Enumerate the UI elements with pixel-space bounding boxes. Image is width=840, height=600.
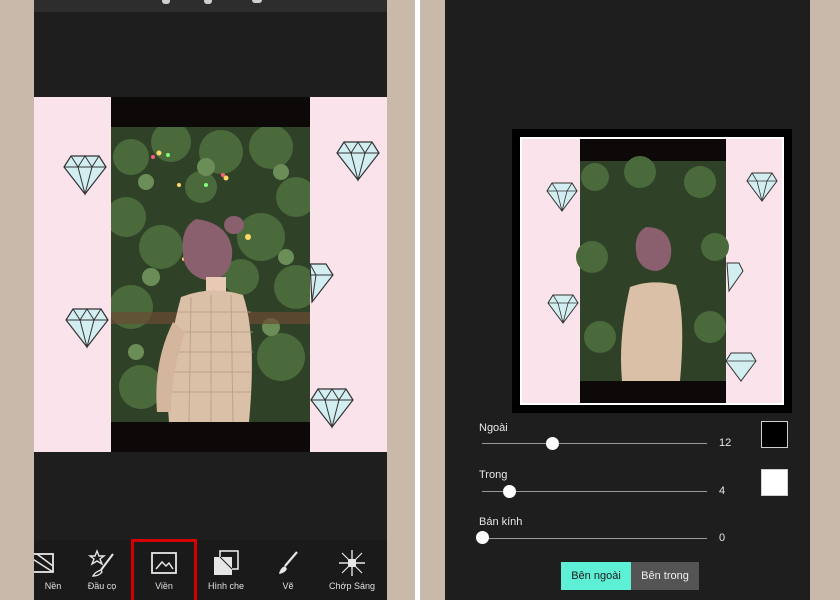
outer-border-color-swatch[interactable] (761, 421, 788, 448)
tool-flash[interactable]: Chớp Sáng (322, 548, 382, 600)
bottom-toolbar: Nền Đầu cọ Viền Hình che Vẽ Chớp Sáng (34, 539, 387, 600)
border-editor-screen: Ngoài 12 Trong 4 Bán kính 0 Bên ngoài Bê… (445, 0, 810, 600)
tool-background-label: Nền (44, 581, 62, 591)
draw-brush-icon (279, 551, 298, 574)
tool-brush-tip[interactable]: Đầu cọ (72, 548, 132, 600)
tool-draw-label: Vẽ (282, 581, 294, 591)
toolbar-redo-icon[interactable] (204, 0, 212, 4)
outer-border-slider-track[interactable] (482, 443, 707, 444)
tool-mask-label: Hình che (207, 581, 245, 591)
mask-icon (214, 550, 239, 575)
top-bar (34, 0, 387, 12)
canvas-black-band-bottom (111, 422, 310, 452)
tool-flash-label: Chớp Sáng (329, 581, 375, 591)
outer-border-slider-thumb[interactable] (545, 437, 559, 450)
inner-border-slider-thumb[interactable] (503, 485, 516, 498)
radius-label: Bán kính (479, 516, 523, 528)
main-photo[interactable] (111, 127, 310, 422)
tool-brush-tip-label: Đầu cọ (87, 581, 117, 591)
preview-image (522, 139, 782, 403)
radius-slider-track[interactable] (482, 538, 707, 539)
brush-tip-icon (87, 549, 114, 577)
tab-inside[interactable]: Bên trong (631, 562, 699, 590)
radius-value: 0 (719, 532, 726, 544)
tool-mask[interactable]: Hình che (196, 548, 256, 600)
diamond-sticker-icon[interactable] (336, 140, 380, 182)
left-screenshot-panel: Nền Đầu cọ Viền Hình che Vẽ Chớp Sáng (0, 0, 415, 600)
flash-sparkle-icon (339, 550, 365, 576)
border-preview (512, 129, 792, 413)
right-screenshot-panel: Ngoài 12 Trong 4 Bán kính 0 Bên ngoài Bê… (420, 0, 840, 600)
diamond-sticker-icon[interactable] (65, 307, 109, 349)
pink-sticker-left[interactable] (34, 97, 111, 452)
tool-border-label: Viền (155, 581, 173, 591)
outer-border-value: 12 (719, 437, 732, 449)
toolbar-layers-icon[interactable] (252, 0, 262, 3)
outer-border-label: Ngoài (479, 422, 508, 434)
tool-border[interactable]: Viền (131, 539, 197, 600)
tool-draw[interactable]: Vẽ (258, 548, 318, 600)
inner-border-label: Trong (479, 469, 508, 481)
inner-border-value: 4 (719, 485, 726, 497)
editor-screen: Nền Đầu cọ Viền Hình che Vẽ Chớp Sáng (34, 0, 387, 600)
diamond-sticker-icon[interactable] (63, 154, 107, 196)
background-icon (34, 553, 54, 573)
canvas-black-band-top (111, 97, 310, 127)
tool-background[interactable]: Nền (34, 548, 72, 600)
diamond-sticker-icon[interactable] (308, 262, 334, 304)
tab-outside[interactable]: Bên ngoài (561, 562, 631, 590)
photo-foliage-and-girl (111, 127, 310, 422)
radius-slider-thumb[interactable] (476, 531, 489, 544)
toolbar-undo-icon[interactable] (162, 0, 170, 4)
border-controls: Ngoài 12 Trong 4 Bán kính 0 Bên ngoài Bê… (445, 413, 810, 600)
border-preview-inner (520, 137, 784, 405)
border-frame-icon (151, 552, 177, 574)
diamond-sticker-icon[interactable] (310, 387, 354, 429)
inner-border-color-swatch[interactable] (761, 469, 788, 496)
